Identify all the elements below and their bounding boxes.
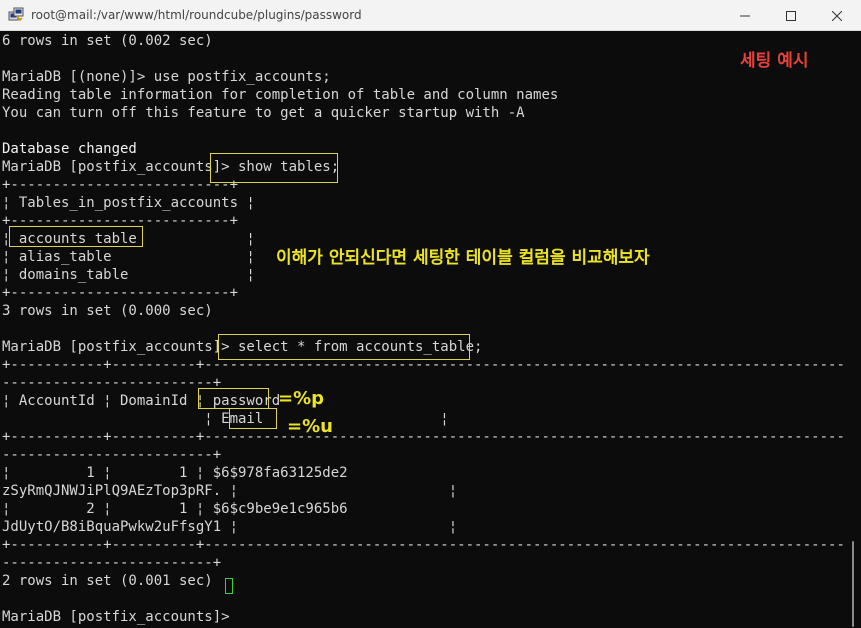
terminal-line: You can turn off this feature to get a q… bbox=[2, 105, 525, 121]
terminal-line: 2 rows in set (0.001 sec) bbox=[2, 573, 213, 589]
terminal-line: ¦ Tables_in_postfix_accounts ¦ bbox=[2, 195, 255, 211]
maximize-icon bbox=[786, 10, 796, 21]
terminal-line: ¦ Email ¦ bbox=[2, 411, 449, 427]
example-label: 세팅 예시 bbox=[740, 51, 809, 71]
close-icon bbox=[832, 10, 842, 21]
password-mark: =%p bbox=[278, 388, 325, 409]
terminal-line: 3 rows in set (0.000 sec) bbox=[2, 303, 213, 319]
minimize-button[interactable] bbox=[722, 0, 768, 31]
compare-note: 이해가 안되신다면 세팅한 테이블 컬럼을 비교해보자 bbox=[276, 248, 650, 268]
terminal-output[interactable]: 6 rows in set (0.002 sec) MariaDB [(none… bbox=[0, 31, 845, 628]
highlight-accounts-table bbox=[9, 226, 143, 247]
maximize-button[interactable] bbox=[768, 0, 814, 31]
close-button[interactable] bbox=[814, 0, 860, 31]
minimize-icon bbox=[740, 15, 750, 16]
terminal-line: ¦ alias_table ¦ bbox=[2, 249, 255, 265]
terminal-line: +-----------+----------+----------------… bbox=[2, 429, 845, 445]
terminal-line: -------------------------+ bbox=[2, 555, 222, 571]
terminal-line: MariaDB [(none)]> use postfix_accounts; bbox=[2, 69, 331, 85]
scrollbar-thumb[interactable] bbox=[852, 541, 854, 627]
highlight-email-column bbox=[229, 408, 277, 429]
terminal-line: +--------------------------+ bbox=[2, 285, 239, 301]
terminal-line: Reading table information for completion… bbox=[2, 87, 559, 103]
terminal-line: ¦ 1 ¦ 1 ¦ $6$978fa63125de2 ɔEJH bbox=[2, 465, 348, 481]
terminal-line: 6 rows in set (0.002 sec) bbox=[2, 33, 213, 49]
putty-icon[interactable] bbox=[8, 7, 24, 23]
terminal-line: MariaDB [postfix_accounts]> bbox=[2, 609, 239, 625]
terminal-line: zSyRmQJNWJiPlQ9AEzTop3pRF. ¦ ¦ bbox=[2, 483, 458, 499]
email-mark: =%u bbox=[287, 416, 333, 437]
highlight-select-command bbox=[218, 334, 470, 360]
terminal-line: +-----------+----------+----------------… bbox=[2, 537, 845, 553]
window-title: root@mail:/var/www/html/roundcube/plugin… bbox=[31, 8, 362, 22]
highlight-show-tables bbox=[210, 153, 338, 183]
terminal-line: ¦ 2 ¦ 1 ¦ $6$c9be9e1c965b6 qIbR bbox=[2, 501, 348, 517]
terminal-cursor bbox=[225, 578, 233, 594]
terminal-line: -------------------------+ bbox=[2, 375, 222, 391]
terminal-line: +--------------------------+ bbox=[2, 177, 239, 193]
highlight-password-column bbox=[198, 388, 269, 409]
terminal-line: -------------------------+ bbox=[2, 447, 222, 463]
terminal-line: JdUytO/B8iBquaPwkw2uFfsgY1 ¦ ¦ bbox=[2, 519, 458, 535]
terminal-scrollbar[interactable] bbox=[845, 31, 861, 628]
window-titlebar: root@mail:/var/www/html/roundcube/plugin… bbox=[0, 0, 861, 31]
terminal-line: Database changed bbox=[2, 141, 137, 157]
terminal-line: ¦ domains_table ¦ bbox=[2, 267, 255, 283]
